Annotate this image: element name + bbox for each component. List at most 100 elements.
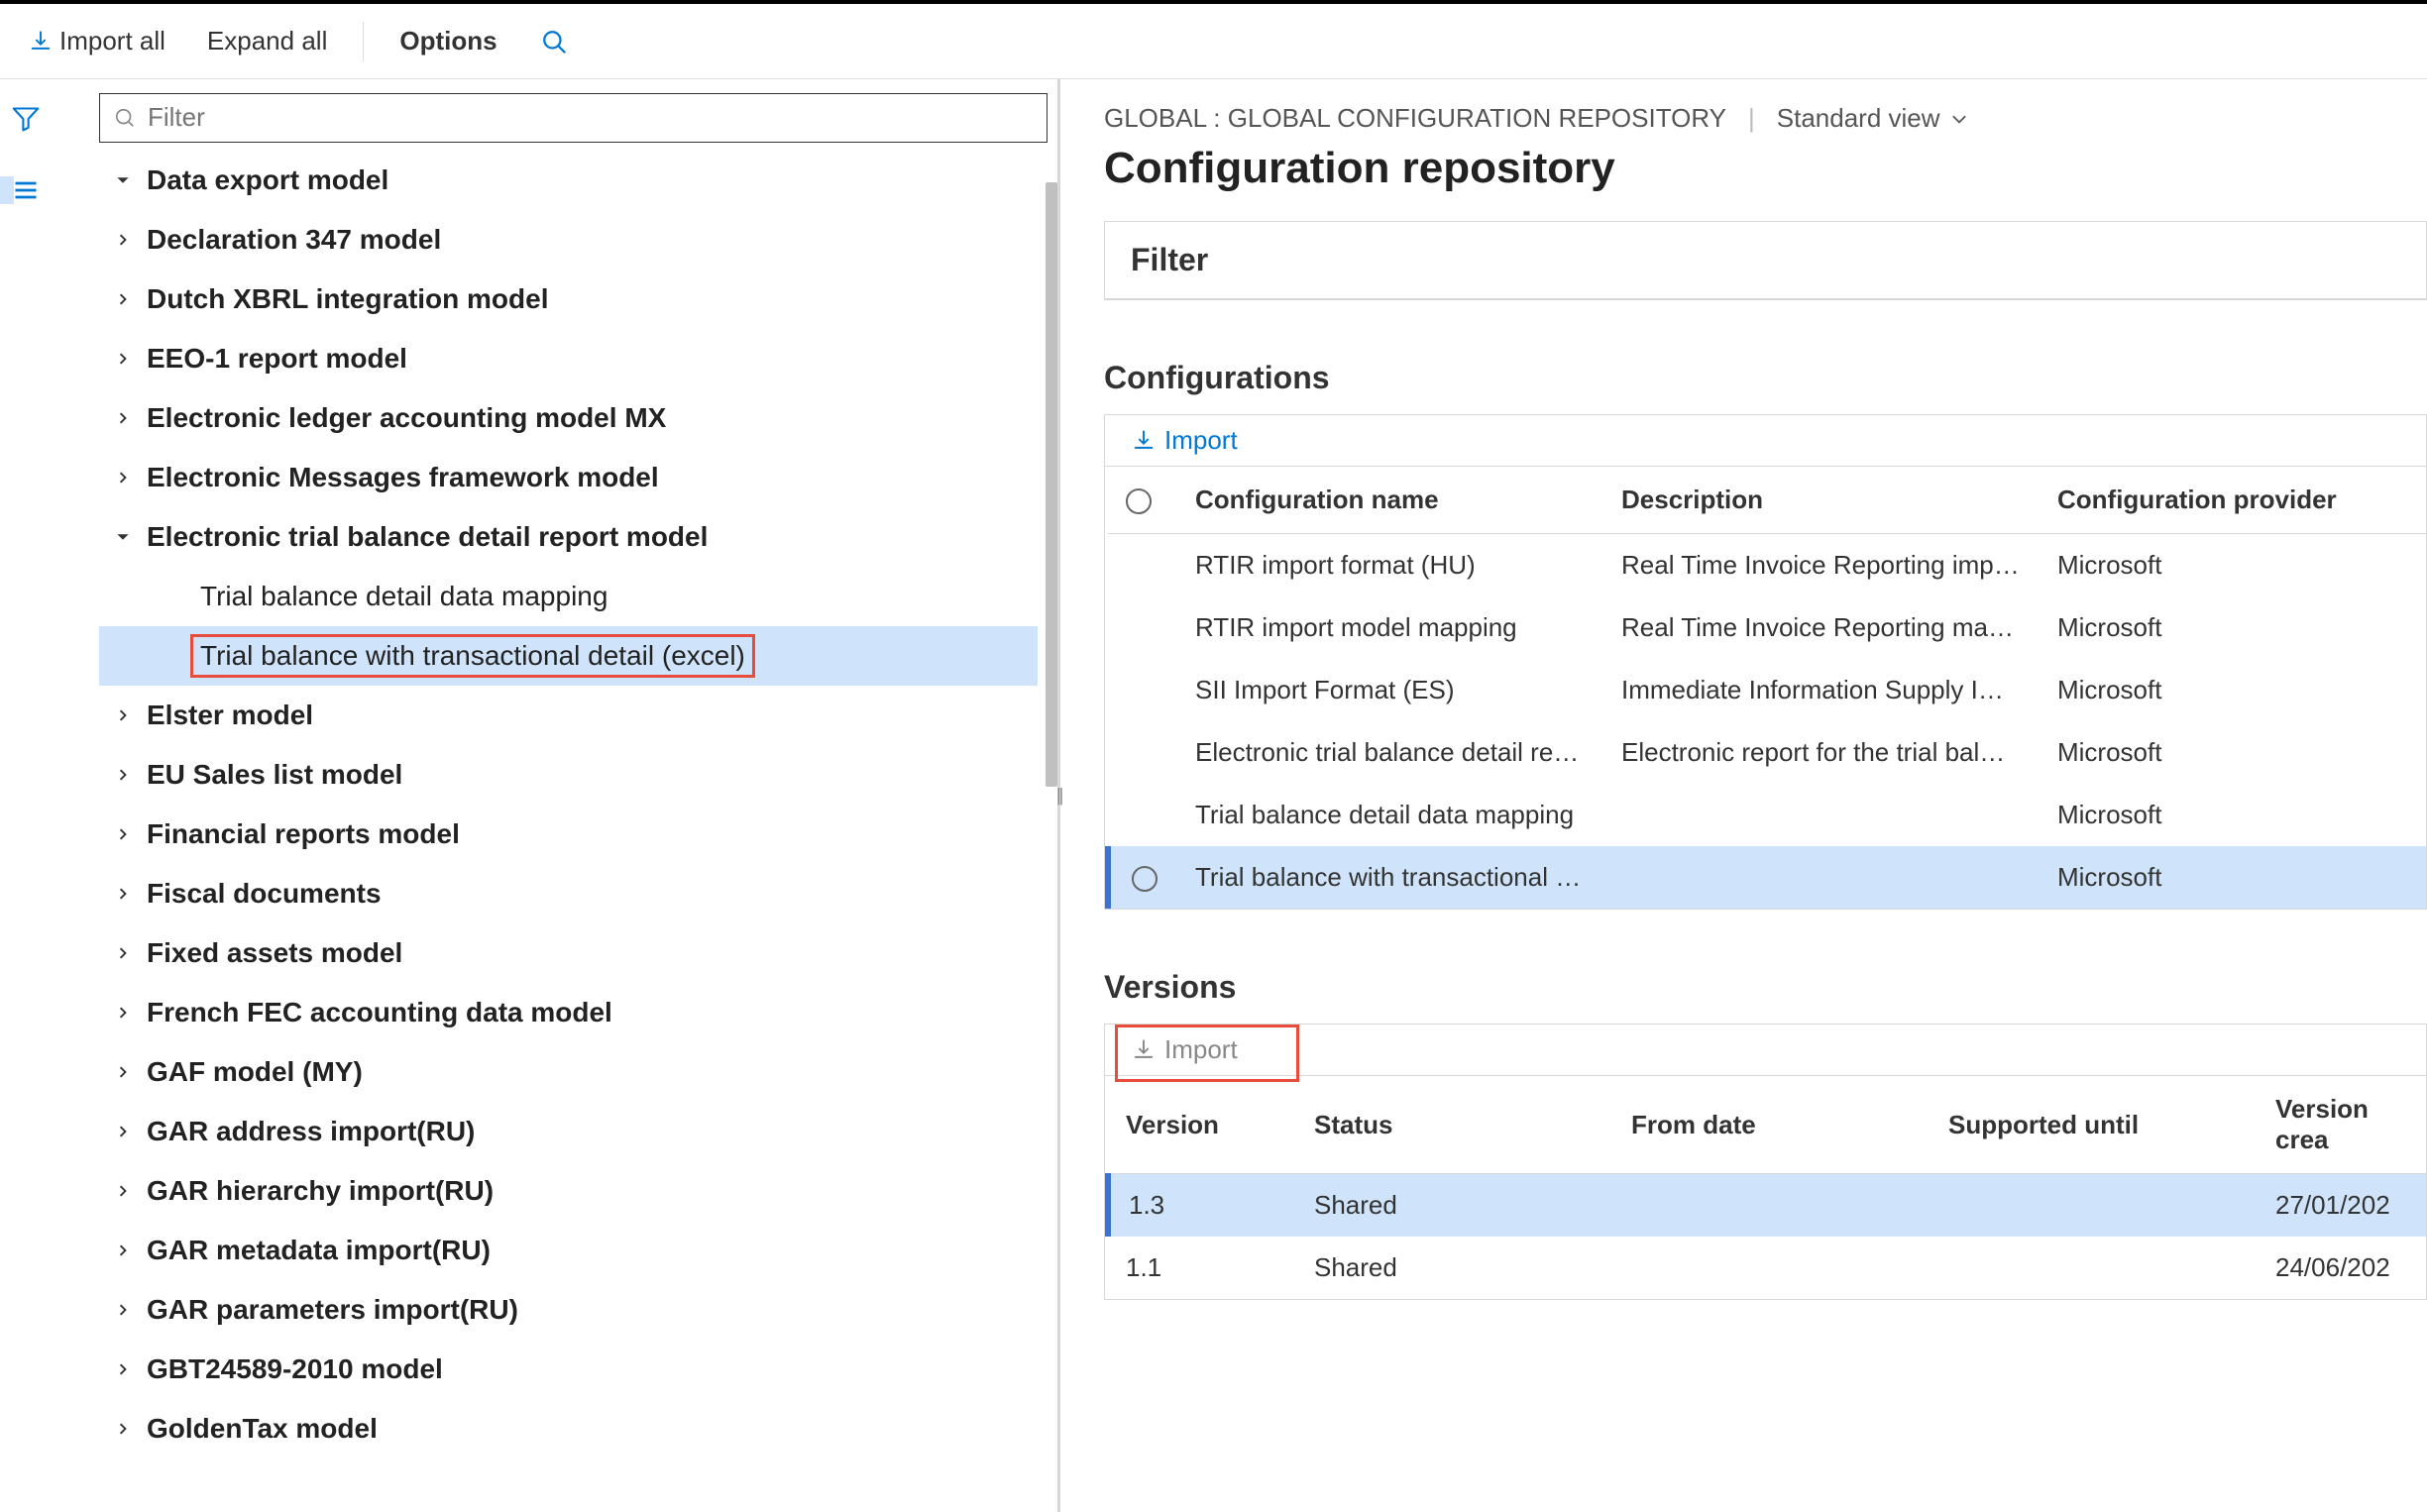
tree-node[interactable]: GoldenTax model xyxy=(99,1399,1038,1458)
table-row[interactable]: Trial balance detail data mappingMicroso… xyxy=(1108,784,2426,846)
cell-desc: Immediate Information Supply I… xyxy=(1603,659,2040,721)
cell-name: Trial balance detail data mapping xyxy=(1177,784,1603,846)
body: Data export model Declaration 347 model Du… xyxy=(0,79,2427,1512)
tree-node[interactable]: Elster model xyxy=(99,686,1038,745)
tree-node[interactable]: Fiscal documents xyxy=(99,864,1038,923)
caret-right-icon[interactable] xyxy=(105,411,141,425)
tree-node[interactable]: Electronic Messages framework model xyxy=(99,448,1038,507)
tree-node-label: Dutch XBRL integration model xyxy=(141,281,555,317)
tree-node[interactable]: Fixed assets model xyxy=(99,923,1038,983)
caret-right-icon[interactable] xyxy=(105,768,141,782)
tree-node[interactable]: French FEC accounting data model xyxy=(99,983,1038,1042)
tree-node[interactable]: Data export model xyxy=(99,151,1038,210)
scrollbar-thumb[interactable] xyxy=(1046,182,1057,787)
col-status[interactable]: Status xyxy=(1296,1076,1613,1174)
caret-right-icon[interactable] xyxy=(105,1184,141,1198)
table-row[interactable]: 1.3Shared27/01/202 xyxy=(1108,1174,2426,1238)
tree-filter-input[interactable] xyxy=(146,101,1033,134)
toolbar-search-button[interactable] xyxy=(529,23,579,60)
caret-right-icon[interactable] xyxy=(105,1125,141,1138)
col-description[interactable]: Description xyxy=(1603,467,2040,534)
view-label: Standard view xyxy=(1777,103,1940,134)
caret-right-icon[interactable] xyxy=(105,1422,141,1436)
expand-all-button[interactable]: Expand all xyxy=(197,20,337,62)
cell-name: RTIR import model mapping xyxy=(1177,596,1603,659)
col-from-date[interactable]: From date xyxy=(1613,1076,1931,1174)
tree-node-label: GAR parameters import(RU) xyxy=(141,1292,524,1328)
col-version[interactable]: Version xyxy=(1108,1076,1296,1174)
caret-right-icon[interactable] xyxy=(105,1303,141,1317)
col-configuration-name[interactable]: Configuration name xyxy=(1177,467,1603,534)
view-selector[interactable]: Standard view xyxy=(1777,103,1968,134)
rail-filter-button[interactable] xyxy=(0,97,52,141)
page-title: Configuration repository xyxy=(1104,144,2427,193)
tree-node[interactable]: GAR address import(RU) xyxy=(99,1102,1038,1161)
tree-node[interactable]: EU Sales list model xyxy=(99,745,1038,805)
caret-right-icon[interactable] xyxy=(105,1006,141,1020)
tree-node[interactable]: GAR metadata import(RU) xyxy=(99,1221,1038,1280)
table-row[interactable]: RTIR import format (HU)Real Time Invoice… xyxy=(1108,534,2426,597)
tree-node[interactable]: Financial reports model xyxy=(99,805,1038,864)
splitter-handle[interactable]: || xyxy=(1056,786,1061,807)
tree-node[interactable]: GAR parameters import(RU) xyxy=(99,1280,1038,1340)
rail-tree-button[interactable] xyxy=(0,168,52,212)
tree-node[interactable]: Dutch XBRL integration model xyxy=(99,270,1038,329)
radio-icon[interactable] xyxy=(1132,866,1158,892)
caret-right-icon[interactable] xyxy=(105,233,141,247)
tree[interactable]: Data export model Declaration 347 model Du… xyxy=(99,151,1048,1512)
tree-node[interactable]: Trial balance detail data mapping xyxy=(99,567,1038,626)
cell-version: 1.3 xyxy=(1108,1174,1296,1238)
row-select[interactable] xyxy=(1108,721,1177,784)
tree-node-label: French FEC accounting data model xyxy=(141,995,618,1030)
row-select[interactable] xyxy=(1108,596,1177,659)
row-select[interactable] xyxy=(1108,784,1177,846)
cell-created: 27/01/202 xyxy=(2258,1174,2426,1238)
tree-node[interactable]: Electronic ledger accounting model MX xyxy=(99,388,1038,448)
table-row[interactable]: SII Import Format (ES)Immediate Informat… xyxy=(1108,659,2426,721)
caret-right-icon[interactable] xyxy=(105,471,141,485)
tree-node[interactable]: GAR hierarchy import(RU) xyxy=(99,1161,1038,1221)
tree-node[interactable]: EEO-1 report model xyxy=(99,329,1038,388)
import-all-button[interactable]: Import all xyxy=(20,20,175,62)
table-row[interactable]: RTIR import model mappingReal Time Invoi… xyxy=(1108,596,2426,659)
col-supported-until[interactable]: Supported until xyxy=(1931,1076,2258,1174)
toolbar-divider xyxy=(363,22,364,61)
caret-right-icon[interactable] xyxy=(105,292,141,306)
caret-down-icon[interactable] xyxy=(105,530,141,544)
versions-import-button[interactable]: Import xyxy=(1133,1034,1238,1065)
tree-node[interactable]: Trial balance with transactional detail … xyxy=(99,626,1038,686)
caret-right-icon[interactable] xyxy=(105,352,141,366)
caret-right-icon[interactable] xyxy=(105,708,141,722)
tree-node[interactable]: Declaration 347 model xyxy=(99,210,1038,270)
versions-import-label: Import xyxy=(1164,1034,1238,1065)
row-select[interactable] xyxy=(1108,534,1177,597)
row-select[interactable] xyxy=(1108,659,1177,721)
caret-right-icon[interactable] xyxy=(105,1065,141,1079)
tree-node-label: Fiscal documents xyxy=(141,876,387,912)
tree-node[interactable]: GAF model (MY) xyxy=(99,1042,1038,1102)
caret-right-icon[interactable] xyxy=(105,827,141,841)
col-provider[interactable]: Configuration provider xyxy=(2040,467,2426,534)
table-row[interactable]: Trial balance with transactional …Micros… xyxy=(1108,846,2426,909)
tree-node-label: Electronic Messages framework model xyxy=(141,460,665,495)
filter-card-header[interactable]: Filter xyxy=(1105,222,2426,299)
caret-down-icon[interactable] xyxy=(105,173,141,187)
configurations-import-button[interactable]: Import xyxy=(1133,425,1238,456)
options-button[interactable]: Options xyxy=(389,20,506,62)
caret-right-icon[interactable] xyxy=(105,946,141,960)
select-all-header[interactable] xyxy=(1108,467,1177,534)
cell-status: Shared xyxy=(1296,1237,1613,1299)
caret-right-icon[interactable] xyxy=(105,887,141,901)
tree-node[interactable]: Electronic trial balance detail report m… xyxy=(99,507,1038,567)
cell-desc xyxy=(1603,846,2040,909)
tree-node-label: Data export model xyxy=(141,162,394,198)
caret-right-icon[interactable] xyxy=(105,1362,141,1376)
download-icon xyxy=(1133,430,1155,452)
row-select[interactable] xyxy=(1108,846,1177,909)
tree-node[interactable]: GBT24589-2010 model xyxy=(99,1340,1038,1399)
table-row[interactable]: Electronic trial balance detail re…Elect… xyxy=(1108,721,2426,784)
col-version-created[interactable]: Version crea xyxy=(2258,1076,2426,1174)
table-row[interactable]: 1.1Shared24/06/202 xyxy=(1108,1237,2426,1299)
caret-right-icon[interactable] xyxy=(105,1243,141,1257)
tree-filter-box[interactable] xyxy=(99,93,1048,143)
